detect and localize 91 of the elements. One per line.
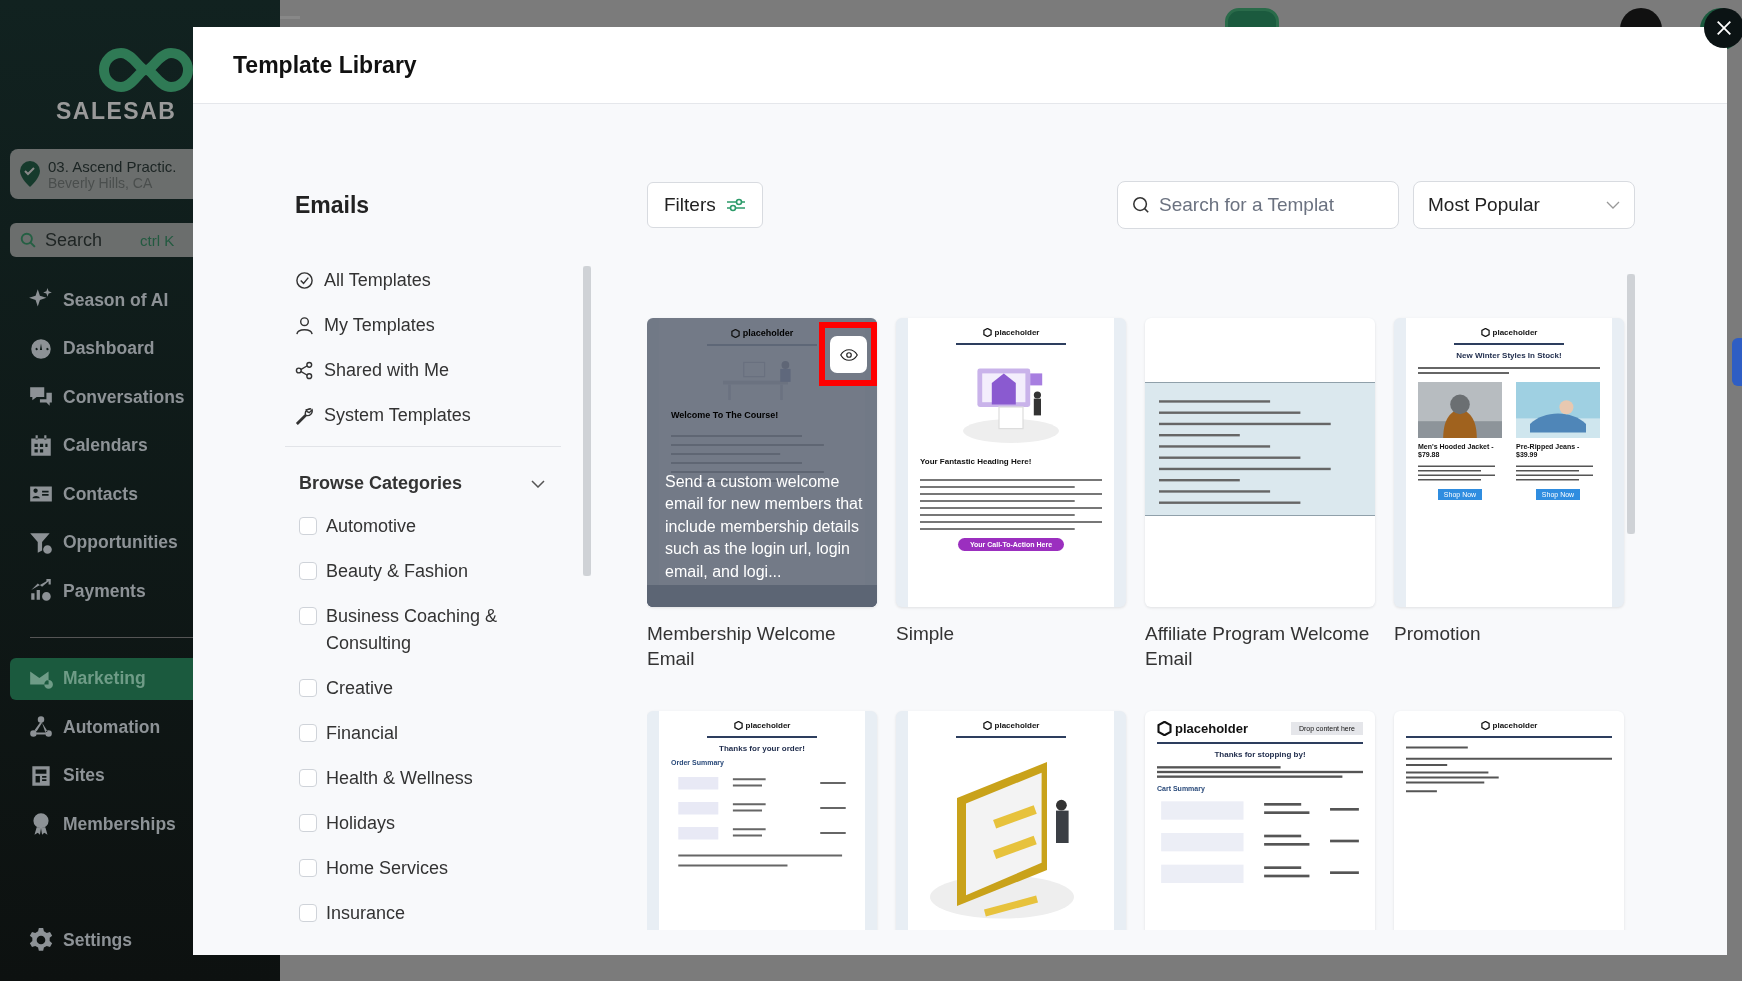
email-heading: Your Fantastic Heading Here!	[920, 456, 1032, 466]
template-description: Send a custom welcome email for new members that include membership details such as the login url, login email, and logi...	[665, 471, 864, 582]
check-icon	[295, 271, 314, 290]
categories-toggle[interactable]: Browse Categories	[285, 461, 561, 506]
category-label: Insurance	[326, 902, 407, 925]
logo-text: placeholder	[742, 328, 794, 338]
search-icon	[1132, 196, 1150, 214]
sidebar-item[interactable]: Dashboard	[10, 327, 270, 370]
email-heading: New Winter Styles In Stock!	[1456, 350, 1562, 360]
sliders-icon	[725, 198, 746, 212]
filters-button[interactable]: Filters	[647, 182, 763, 228]
sidebar-item[interactable]: Season of AI	[10, 279, 270, 321]
sidebar-item[interactable]: Sites	[10, 754, 270, 797]
search-icon	[20, 231, 37, 249]
library-nav-item[interactable]: All Templates	[285, 258, 565, 303]
category-label: Automotive	[326, 515, 418, 538]
logo-icon	[1157, 721, 1172, 736]
sidebar-item[interactable]: Conversations	[10, 376, 270, 418]
logo-icon	[1480, 328, 1490, 337]
chevron-icon	[1606, 201, 1620, 209]
template-title: Simple	[896, 622, 956, 646]
search-label: Search	[45, 229, 103, 251]
checkbox[interactable]	[299, 904, 317, 922]
logo-text: placeholder	[1492, 328, 1538, 337]
logo-text: placeholder	[1175, 721, 1248, 736]
email-heading: Thanks for your order!	[719, 743, 805, 753]
close-icon	[1715, 19, 1733, 37]
checkbox[interactable]	[299, 607, 317, 625]
location-name: 03. Ascend Practic.	[48, 157, 177, 175]
checkbox[interactable]	[299, 679, 317, 697]
user-icon	[295, 316, 314, 335]
template-preview[interactable]: placeholder	[1394, 711, 1624, 930]
search-field[interactable]: Search for a Templat	[1117, 181, 1399, 229]
checkbox[interactable]	[299, 769, 317, 787]
logo-text: placeholder	[994, 721, 1040, 730]
sidebar-item[interactable]: Automation	[10, 706, 270, 748]
logo-icon	[982, 721, 992, 730]
calendar-icon	[28, 432, 54, 459]
checkbox[interactable]	[299, 724, 317, 742]
eye-icon	[839, 348, 858, 361]
sort-dropdown[interactable]: Most Popular	[1413, 181, 1635, 229]
chart-icon	[28, 578, 54, 604]
section-title: Emails	[295, 191, 371, 220]
template-title: Promotion	[1394, 622, 1482, 646]
email-heading: Welcome To The Course!	[671, 409, 779, 420]
preview-button[interactable]	[830, 336, 867, 373]
sidebar-item[interactable]: Opportunities	[10, 521, 270, 564]
checkbox[interactable]	[299, 859, 317, 877]
sidebar-item[interactable]: Payments	[10, 570, 270, 612]
settings-item[interactable]: Settings	[10, 919, 270, 961]
category-label: Creative	[326, 677, 395, 700]
checkbox[interactable]	[299, 562, 317, 580]
sidebar-item[interactable]: Calendars	[10, 424, 270, 467]
wrench-icon	[295, 406, 314, 425]
template-preview[interactable]: placeholder	[896, 711, 1126, 930]
logo-icon	[982, 328, 992, 337]
checkbox[interactable]	[299, 517, 317, 535]
sidebar-item[interactable]: Contacts	[10, 473, 270, 515]
library-nav-item[interactable]: Shared with Me	[285, 348, 565, 393]
nodes-icon	[28, 714, 54, 740]
category-label: Beauty & Fashion	[326, 560, 470, 583]
dialog-title: Template Library	[233, 51, 417, 79]
template-title: Affiliate Program Welcome Email	[1145, 622, 1371, 671]
category-label: Financial	[326, 722, 400, 745]
share-icon	[295, 361, 314, 380]
library-nav-item[interactable]: System Templates	[285, 393, 565, 438]
logo-icon	[730, 328, 740, 338]
category-label: Health & Wellness	[326, 767, 474, 790]
template-preview[interactable]	[1145, 318, 1375, 607]
category-label: Business Coaching & Consulting	[326, 605, 499, 655]
scrollbar[interactable]	[1627, 274, 1635, 534]
logo-icon	[733, 721, 743, 730]
library-nav-item[interactable]: My Templates	[285, 303, 565, 348]
logo-text: placeholder	[994, 328, 1040, 337]
logo-text: placeholder	[1492, 721, 1538, 730]
scrollbar[interactable]	[583, 266, 591, 576]
category-label: Home Services	[326, 857, 450, 880]
location-pin-icon	[20, 161, 40, 187]
logo-icon	[1480, 721, 1490, 730]
logo-text: placeholder	[745, 721, 791, 730]
email-heading: Thanks for stopping by!	[1214, 749, 1306, 759]
template-preview[interactable]: placeholder Welcome To The Course! Send a custom welcome email for new members that include membership details such as the login url, login email, and logi...	[647, 318, 877, 607]
checkbox[interactable]	[299, 814, 317, 832]
settings-icon	[28, 927, 54, 953]
category-label: Holidays	[326, 812, 397, 835]
side-tab[interactable]	[1732, 338, 1742, 386]
close-button[interactable]	[1704, 8, 1742, 48]
brand-name: SALESAB	[56, 98, 177, 125]
template-title: Membership Welcome Email	[647, 622, 837, 671]
sidebar-item[interactable]: Memberships	[10, 803, 270, 845]
shortcut-hint: ctrl K	[140, 231, 175, 249]
